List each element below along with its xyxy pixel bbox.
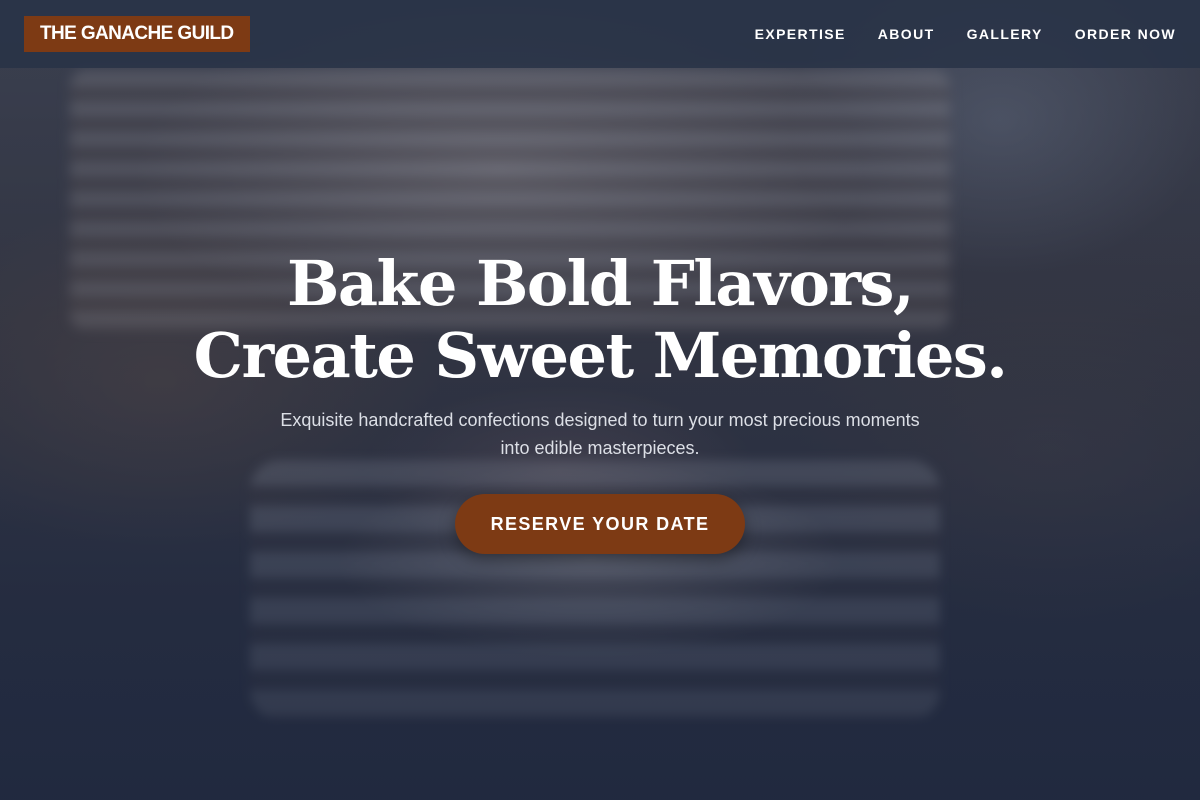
hero-headline-line-2: Create Sweet Memories. (193, 319, 1008, 392)
hero-headline: Bake Bold Flavors, Create Sweet Memories… (100, 248, 1100, 392)
hero-section: Bake Bold Flavors, Create Sweet Memories… (0, 0, 1200, 800)
hero-subtext: Exquisite handcrafted confections design… (280, 410, 920, 458)
hero-headline-line-1: Bake Bold Flavors, (286, 247, 915, 320)
reserve-date-button[interactable]: RESERVE YOUR DATE (455, 494, 745, 554)
